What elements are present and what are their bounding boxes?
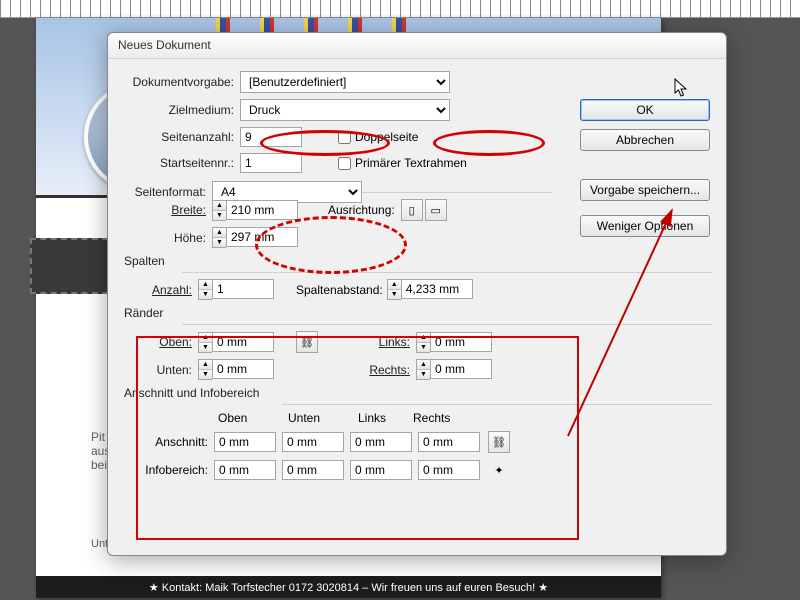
width-label: Breite:: [162, 203, 212, 217]
preset-label: Dokumentvorgabe:: [122, 75, 240, 89]
margin-top-input[interactable]: [212, 332, 274, 352]
margin-right-label: Rechts:: [366, 363, 416, 377]
height-spinner[interactable]: ▲▼: [212, 227, 226, 248]
margin-left-spinner[interactable]: ▲▼: [416, 332, 430, 353]
margin-top-label: Oben:: [148, 335, 198, 349]
ok-button[interactable]: OK: [580, 99, 710, 121]
primary-textframe-checkbox[interactable]: Primärer Textrahmen: [338, 156, 467, 170]
width-input[interactable]: [226, 200, 298, 220]
footer: ★ Kontakt: Maik Torfstecher 0172 3020814…: [36, 576, 661, 598]
bleed-label: Anschnitt:: [144, 435, 214, 449]
new-document-dialog: Neues Dokument Dokumentvorgabe: [Benutze…: [107, 32, 727, 556]
pagesize-label: Seitenformat:: [122, 185, 212, 199]
slug-bottom-input[interactable]: [282, 460, 344, 480]
intent-select[interactable]: Druck: [240, 99, 450, 121]
width-spinner[interactable]: ▲▼: [212, 200, 226, 221]
bleed-col-top: Oben: [218, 411, 288, 425]
dialog-titlebar[interactable]: Neues Dokument: [108, 33, 726, 59]
link-bleed-icon[interactable]: ⛓: [488, 431, 510, 453]
margin-right-input[interactable]: [430, 359, 492, 379]
intent-label: Zielmedium:: [122, 103, 240, 117]
slug-top-input[interactable]: [214, 460, 276, 480]
bleed-left-input[interactable]: [350, 432, 412, 452]
save-preset-button[interactable]: Vorgabe speichern...: [580, 179, 710, 201]
ruler-horizontal: [0, 0, 800, 18]
margin-left-label: Links:: [366, 335, 416, 349]
margin-left-input[interactable]: [430, 332, 492, 352]
bleed-bottom-input[interactable]: [282, 432, 344, 452]
facing-pages-checkbox[interactable]: Doppelseite: [338, 130, 418, 144]
bleed-group: Anschnitt und Infobereich: [124, 386, 712, 400]
bleed-col-left: Links: [358, 411, 413, 425]
margin-bottom-label: Unten:: [148, 363, 198, 377]
cursor-icon: [674, 78, 688, 98]
bleed-col-bottom: Unten: [288, 411, 358, 425]
count-label: Anzahl:: [148, 283, 198, 297]
startpage-label: Startseitennr.:: [122, 156, 240, 170]
columns-group: Spalten: [124, 254, 712, 268]
count-spinner[interactable]: ▲▼: [198, 279, 212, 300]
count-input[interactable]: [212, 279, 274, 299]
gutter-label: Spaltenabstand:: [296, 283, 383, 297]
orientation-label: Ausrichtung:: [328, 203, 395, 217]
slug-label: Infobereich:: [144, 463, 214, 477]
pages-input[interactable]: [240, 127, 302, 147]
bleed-top-input[interactable]: [214, 432, 276, 452]
pages-label: Seitenanzahl:: [122, 130, 240, 144]
margins-group: Ränder: [124, 306, 712, 320]
margin-bottom-spinner[interactable]: ▲▼: [198, 359, 212, 380]
link-margins-icon[interactable]: ⛓: [296, 331, 318, 353]
slug-right-input[interactable]: [418, 460, 480, 480]
bleed-right-input[interactable]: [418, 432, 480, 452]
cancel-button[interactable]: Abbrechen: [580, 129, 710, 151]
preset-select[interactable]: [Benutzerdefiniert]: [240, 71, 450, 93]
margin-bottom-input[interactable]: [212, 359, 274, 379]
startpage-input[interactable]: [240, 153, 302, 173]
slug-left-input[interactable]: [350, 460, 412, 480]
height-label: Höhe:: [162, 231, 212, 245]
gutter-spinner[interactable]: ▲▼: [387, 279, 401, 300]
height-input[interactable]: [226, 227, 298, 247]
bleed-col-right: Rechts: [413, 411, 468, 425]
orientation-landscape-icon[interactable]: ▭: [425, 199, 447, 221]
slug-preview-icon[interactable]: ✦: [488, 459, 510, 481]
orientation-portrait-icon[interactable]: ▯: [401, 199, 423, 221]
margin-right-spinner[interactable]: ▲▼: [416, 359, 430, 380]
fewer-options-button[interactable]: Weniger Optionen: [580, 215, 710, 237]
margin-top-spinner[interactable]: ▲▼: [198, 332, 212, 353]
gutter-input[interactable]: [401, 279, 473, 299]
